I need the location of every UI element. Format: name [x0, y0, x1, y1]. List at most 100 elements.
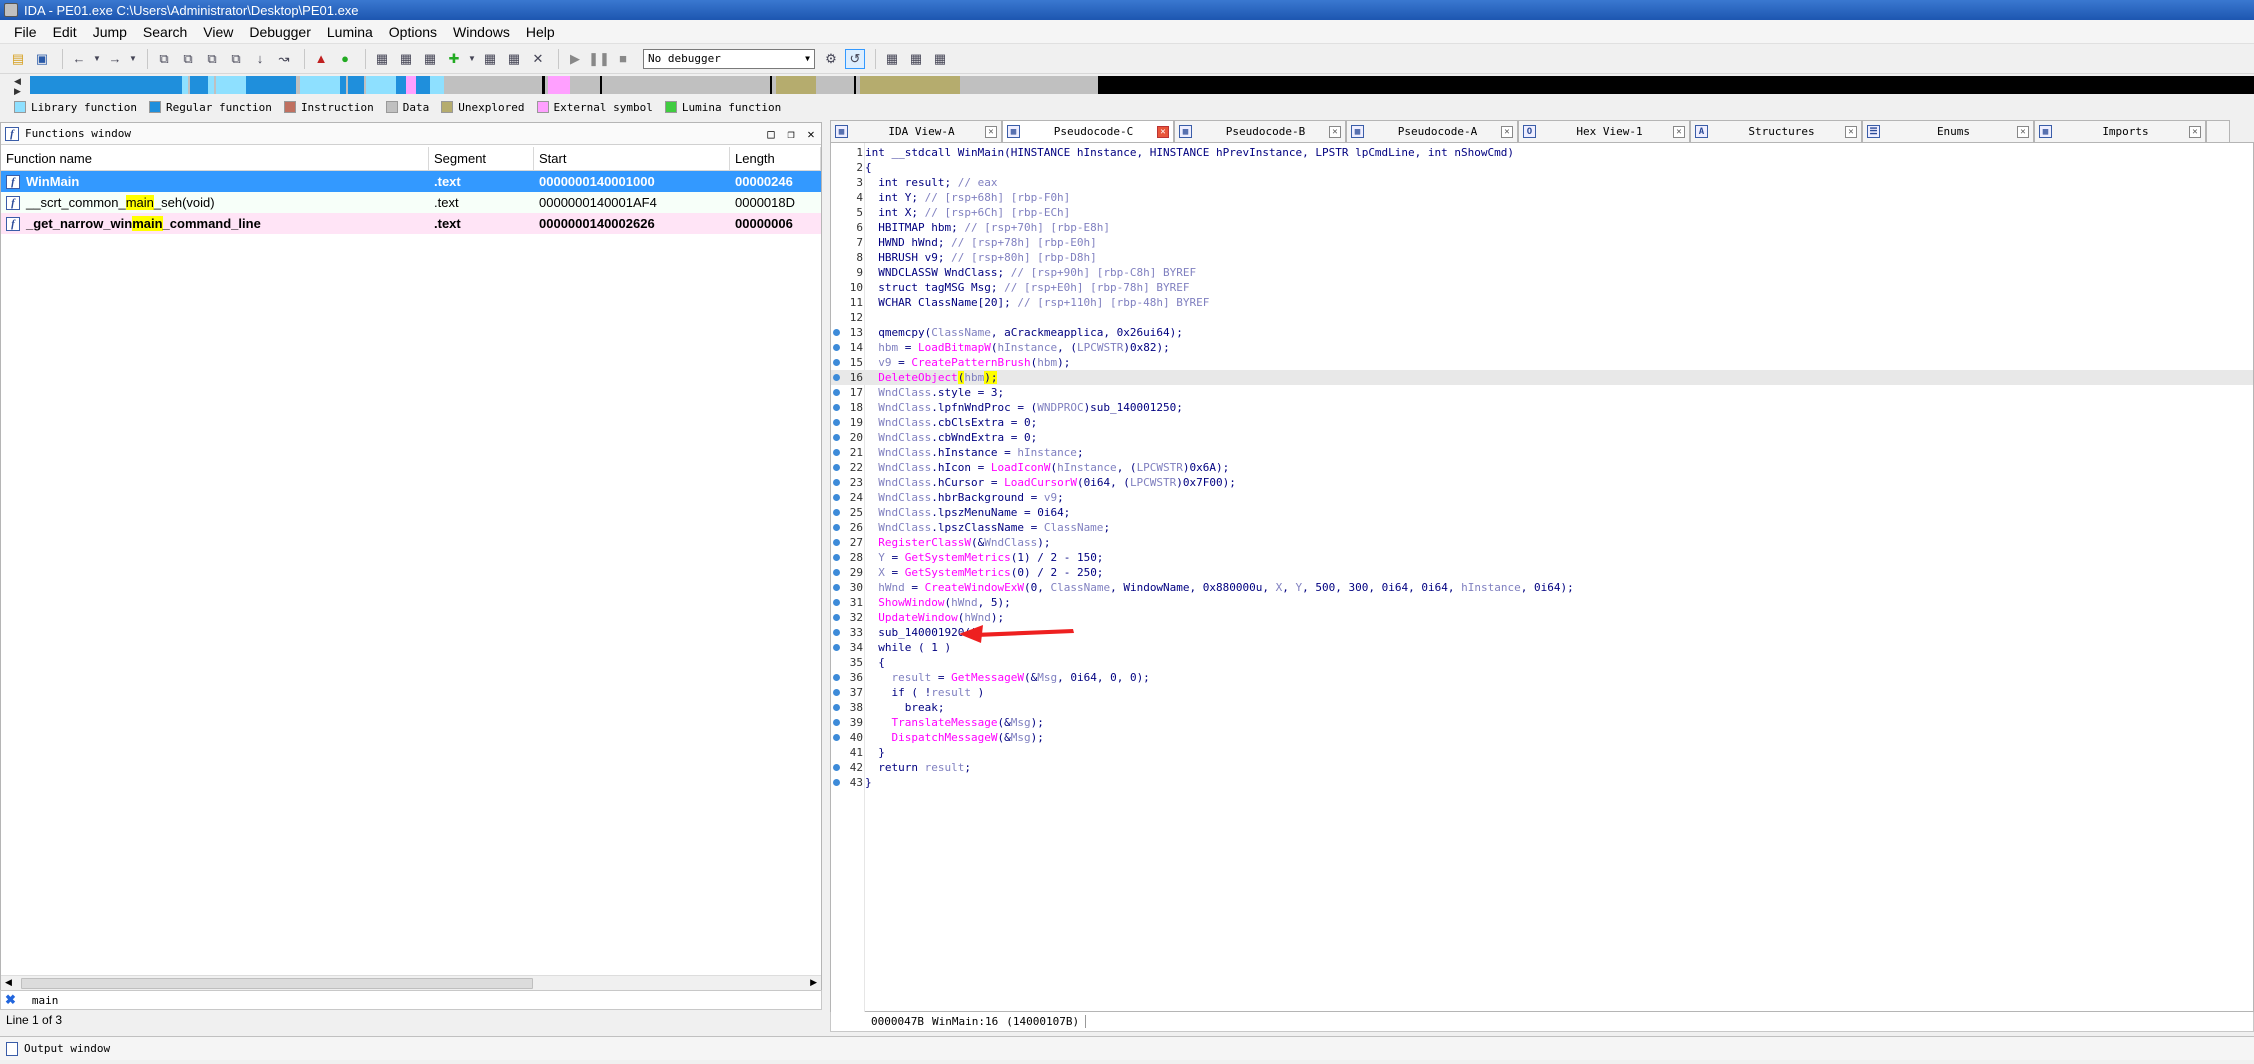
code-line-current[interactable]: 16 DeleteObject(hbm); [831, 370, 2253, 385]
code-line[interactable]: 3 int result; // eax [831, 175, 2253, 190]
table-row[interactable]: f _get_narrow_winmain_command_line .text … [1, 213, 821, 234]
forward-arrow-icon[interactable]: → [105, 49, 125, 69]
menu-windows[interactable]: Windows [445, 20, 518, 44]
breakpoint-icon[interactable]: ▦ [882, 49, 902, 69]
code-line[interactable]: 33 sub_140001920(); [831, 625, 2253, 640]
tab-enums[interactable]: ☰ Enums ✕ [1862, 120, 2034, 142]
data-icon[interactable]: ▦ [396, 49, 416, 69]
open-folder-icon[interactable]: ▤ [8, 49, 28, 69]
code-line[interactable]: 36 result = GetMessageW(&Msg, 0i64, 0, 0… [831, 670, 2253, 685]
stop-icon[interactable]: ■ [613, 49, 633, 69]
struct-icon[interactable]: ▦ [504, 49, 524, 69]
code-line[interactable]: 15 v9 = CreatePatternBrush(hbm); [831, 355, 2253, 370]
code-line[interactable]: 27 RegisterClassW(&WndClass); [831, 535, 2253, 550]
column-length[interactable]: Length [730, 147, 821, 170]
menu-debugger[interactable]: Debugger [241, 20, 319, 44]
forward-dropdown-icon[interactable]: ▼ [129, 49, 137, 69]
code-line[interactable]: 23 WndClass.hCursor = LoadCursorW(0i64, … [831, 475, 2253, 490]
menu-file[interactable]: File [6, 20, 45, 44]
plus-icon[interactable]: ✚ [444, 49, 464, 69]
code-line[interactable]: 37 if ( !result ) [831, 685, 2253, 700]
code-line[interactable]: 31 ShowWindow(hWnd, 5); [831, 595, 2253, 610]
code-line[interactable]: 17 WndClass.style = 3; [831, 385, 2253, 400]
play-icon[interactable]: ▶ [565, 49, 585, 69]
menu-options[interactable]: Options [381, 20, 445, 44]
copy-icon[interactable]: ⧉ [154, 49, 174, 69]
tab-close-icon[interactable]: ✕ [1673, 125, 1685, 138]
back-dropdown-icon[interactable]: ▼ [93, 49, 101, 69]
tab-pseudocode-b[interactable]: ▦ Pseudocode-B ✕ [1174, 120, 1346, 142]
code-line[interactable]: 7 HWND hWnd; // [rsp+78h] [rbp-E0h] [831, 235, 2253, 250]
column-segment[interactable]: Segment [429, 147, 534, 170]
menu-view[interactable]: View [195, 20, 241, 44]
code-line[interactable]: 10 struct tagMSG Msg; // [rsp+E0h] [rbp-… [831, 280, 2253, 295]
tab-close-icon[interactable]: ✕ [985, 125, 997, 138]
graph-icon[interactable]: ▲ [311, 49, 331, 69]
code-line[interactable]: 4 int Y; // [rsp+68h] [rbp-F0h] [831, 190, 2253, 205]
output-window-bar[interactable]: Output window [0, 1036, 2254, 1060]
menu-help[interactable]: Help [518, 20, 563, 44]
code-line[interactable]: 34 while ( 1 ) [831, 640, 2253, 655]
column-start[interactable]: Start [534, 147, 730, 170]
tab-close-icon[interactable]: ✕ [1501, 125, 1513, 138]
nav-band-bar[interactable] [30, 76, 2254, 94]
tab-close-icon[interactable]: ✕ [1329, 125, 1341, 138]
code-line[interactable]: 25 WndClass.lpszMenuName = 0i64; [831, 505, 2253, 520]
float-icon[interactable]: ❐ [781, 127, 801, 141]
code-icon[interactable]: ▦ [372, 49, 392, 69]
nav-band-arrows-icon[interactable]: ◀ ▶ [14, 76, 21, 96]
code-line[interactable]: 40 DispatchMessageW(&Msg); [831, 730, 2253, 745]
code-line[interactable]: 19 WndClass.cbClsExtra = 0; [831, 415, 2253, 430]
code-line[interactable]: 43} [831, 775, 2253, 790]
tab-hex-view-1[interactable]: O Hex View-1 ✕ [1518, 120, 1690, 142]
debugger-select[interactable]: No debugger ▼ [643, 48, 815, 69]
menu-search[interactable]: Search [135, 20, 195, 44]
pseudocode-view[interactable]: 1 int __stdcall WinMain(HINSTANCE hInstan… [830, 142, 2254, 1013]
tab-close-icon[interactable]: ✕ [2189, 125, 2201, 138]
code-line[interactable]: 26 WndClass.lpszClassName = ClassName; [831, 520, 2253, 535]
code-line[interactable]: 14 hbm = LoadBitmapW(hInstance, (LPCWSTR… [831, 340, 2253, 355]
debug-options-icon[interactable]: ⚙ [821, 49, 841, 69]
close-icon[interactable]: ✕ [801, 127, 821, 141]
trace-icon[interactable]: ▦ [906, 49, 926, 69]
tab-structures[interactable]: A Structures ✕ [1690, 120, 1862, 142]
code-line[interactable]: 18 WndClass.lpfnWndProc = (WNDPROC)sub_1… [831, 400, 2253, 415]
tools-icon[interactable]: ▦ [930, 49, 950, 69]
binary-icon[interactable]: ⧉ [202, 49, 222, 69]
navigation-band[interactable]: ◀ ▶ [0, 74, 2254, 98]
save-icon[interactable]: ▣ [32, 49, 52, 69]
code-line[interactable]: 22 WndClass.hIcon = LoadIconW(hInstance,… [831, 460, 2253, 475]
tab-imports[interactable]: ▦ Imports ✕ [2034, 120, 2206, 142]
next-icon[interactable]: ↓ [250, 49, 270, 69]
back-arrow-icon[interactable]: ← [69, 49, 89, 69]
patch-icon[interactable]: ▦ [480, 49, 500, 69]
code-line[interactable]: 11 WCHAR ClassName[20]; // [rsp+110h] [r… [831, 295, 2253, 310]
code-line[interactable]: 24 WndClass.hbrBackground = v9; [831, 490, 2253, 505]
scrollbar-thumb[interactable] [21, 978, 533, 989]
attach-icon[interactable]: ↺ [845, 48, 865, 69]
plus-dropdown-icon[interactable]: ▼ [468, 49, 476, 69]
scroll-left-icon[interactable]: ◀ [5, 977, 12, 988]
search-text[interactable]: main [32, 994, 59, 1007]
code-line[interactable]: 42 return result; [831, 760, 2253, 775]
function-search-bar[interactable]: ✖ main [0, 990, 822, 1010]
scroll-right-icon[interactable]: ▶ [810, 977, 817, 988]
code-line[interactable]: 35 { [831, 655, 2253, 670]
paste-icon[interactable]: ⧉ [178, 49, 198, 69]
code-line[interactable]: 30 hWnd = CreateWindowExW(0, ClassName, … [831, 580, 2253, 595]
code-line[interactable]: 12 [831, 310, 2253, 325]
tab-overflow-icon[interactable] [2206, 120, 2230, 142]
bookmark-icon[interactable]: ↝ [274, 49, 294, 69]
code-line[interactable]: 9 WNDCLASSW WndClass; // [rsp+90h] [rbp-… [831, 265, 2253, 280]
tab-close-icon[interactable]: ✕ [1157, 125, 1169, 138]
code-line[interactable]: 5 int X; // [rsp+6Ch] [rbp-ECh] [831, 205, 2253, 220]
code-line[interactable]: 1 int __stdcall WinMain(HINSTANCE hInstan… [831, 145, 2253, 160]
text-search-icon[interactable]: ⧉ [226, 49, 246, 69]
tab-close-icon[interactable]: ✕ [1845, 125, 1857, 138]
close-search-icon[interactable]: ✖ [5, 992, 16, 1008]
horizontal-scrollbar[interactable]: ◀ ▶ [1, 975, 821, 991]
maximize-icon[interactable]: □ [761, 127, 781, 141]
menu-jump[interactable]: Jump [85, 20, 135, 44]
code-line[interactable]: 6 HBITMAP hbm; // [rsp+70h] [rbp-E8h] [831, 220, 2253, 235]
tab-ida-view-a[interactable]: ▦ IDA View-A ✕ [830, 120, 1002, 142]
